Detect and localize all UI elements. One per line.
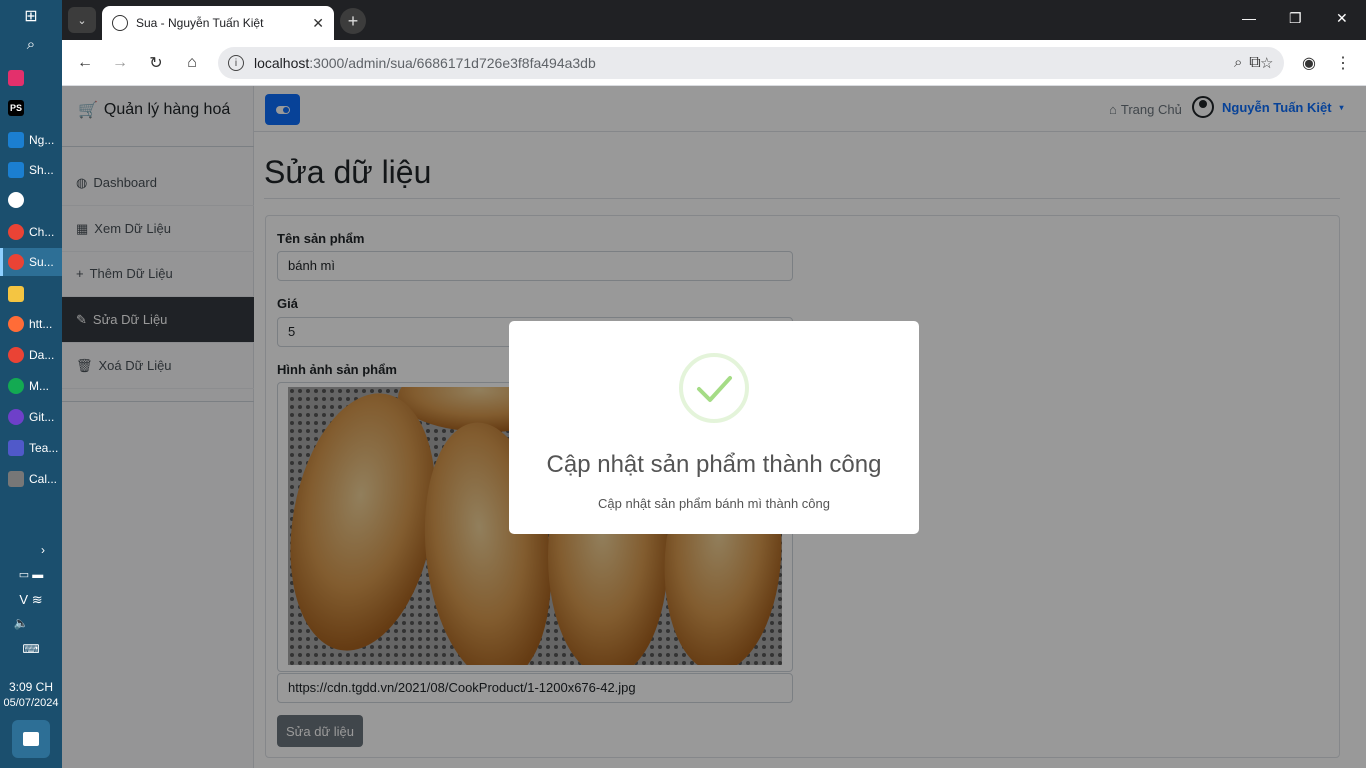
page-viewport: 🛒 Quản lý hàng hoá ◍ Dashboard ▦ Xem Dữ … bbox=[62, 86, 1366, 768]
taskbar-app-label: Git... bbox=[29, 410, 55, 424]
taskbar-app-1[interactable]: Sh... bbox=[0, 156, 62, 184]
extensions-icon[interactable]: ⧉ bbox=[1244, 52, 1266, 74]
taskbar-app-9[interactable]: Cal... bbox=[0, 465, 62, 493]
system-tray-icons[interactable]: ▭ ▬ bbox=[0, 568, 62, 581]
browser-titlebar: ⌄ Sua - Nguyễn Tuấn Kiệt ✕ + — ❐ ✕ bbox=[62, 0, 1366, 40]
tab-search-button[interactable]: ⌄ bbox=[68, 7, 96, 33]
browser-tab[interactable]: Sua - Nguyễn Tuấn Kiệt ✕ bbox=[102, 6, 334, 40]
taskbar-app-label: Tea... bbox=[29, 441, 59, 455]
close-tab-icon[interactable]: ✕ bbox=[312, 15, 324, 32]
window-close-icon[interactable]: ✕ bbox=[1336, 10, 1348, 27]
globe-icon bbox=[112, 15, 128, 31]
zalo-icon bbox=[8, 192, 24, 208]
taskbar-app-2[interactable]: Ch... bbox=[0, 218, 62, 246]
taskbar-app-phpstorm[interactable]: PS bbox=[0, 94, 62, 122]
taskbar-app-label: M... bbox=[29, 379, 49, 393]
restore-icon[interactable]: ❐ bbox=[1289, 10, 1302, 27]
taskbar-app-4[interactable]: htt... bbox=[0, 310, 62, 338]
menu-icon[interactable]: ⋮ bbox=[1332, 52, 1354, 74]
webstorm-icon bbox=[8, 132, 24, 148]
calculator-icon bbox=[8, 471, 24, 487]
taskbar-app-3[interactable]: Su... bbox=[0, 248, 62, 276]
taskbar-app-intellij[interactable] bbox=[0, 64, 62, 92]
search-icon[interactable]: ⌕ bbox=[0, 36, 62, 53]
mongodb-icon bbox=[8, 378, 24, 394]
windows-start-icon[interactable]: ⊞ bbox=[0, 6, 62, 26]
teams-icon bbox=[8, 440, 24, 456]
chrome-icon bbox=[8, 224, 24, 240]
new-tab-button[interactable]: + bbox=[340, 8, 366, 34]
taskbar-app-label: htt... bbox=[29, 317, 53, 331]
success-check-icon bbox=[679, 353, 749, 423]
success-modal: Cập nhật sản phẩm thành công Cập nhật sả… bbox=[509, 321, 919, 534]
url-host: localhost bbox=[254, 55, 310, 71]
webstorm-icon bbox=[8, 162, 24, 178]
taskbar-app-label: Da... bbox=[29, 348, 55, 362]
taskbar-app-label: Ng... bbox=[29, 133, 55, 147]
clock-time[interactable]: 3:09 CH bbox=[0, 680, 62, 694]
minimize-icon[interactable]: — bbox=[1242, 10, 1256, 26]
forward-icon[interactable]: → bbox=[109, 52, 131, 74]
url-path: :3000/admin/sua/6686171d726e3f8fa494a3db bbox=[309, 55, 596, 71]
browser-toolbar: ← → ↻ ⌂ i localhost:3000/admin/sua/66861… bbox=[62, 40, 1366, 86]
github-icon bbox=[8, 409, 24, 425]
taskbar-app-label: Su... bbox=[29, 255, 54, 269]
taskbar-app-0[interactable]: Ng... bbox=[0, 126, 62, 154]
keyboard-icon[interactable]: ⌨ bbox=[0, 642, 62, 656]
tab-title: Sua - Nguyễn Tuấn Kiệt bbox=[136, 16, 264, 30]
phpstorm-icon: PS bbox=[8, 100, 24, 116]
back-icon[interactable]: ← bbox=[74, 52, 96, 74]
reload-icon[interactable]: ↻ bbox=[145, 52, 167, 74]
profile-avatar[interactable]: ◉ bbox=[1298, 52, 1320, 74]
modal-text: Cập nhật sản phẩm bánh mì thành công bbox=[598, 496, 830, 511]
intellij-icon bbox=[8, 70, 24, 86]
chrome-icon bbox=[8, 347, 24, 363]
taskbar-app-6[interactable]: M... bbox=[0, 372, 62, 400]
clock-date[interactable]: 05/07/2024 bbox=[0, 697, 62, 709]
taskbar-app-label: Sh... bbox=[29, 163, 54, 177]
site-info-icon[interactable]: i bbox=[228, 55, 244, 71]
notification-center-icon[interactable] bbox=[12, 720, 50, 758]
taskbar-app-5[interactable]: Da... bbox=[0, 341, 62, 369]
network-icon[interactable]: V ≋ bbox=[0, 592, 62, 608]
taskbar-app-explorer[interactable] bbox=[0, 280, 62, 308]
taskbar-app-8[interactable]: Tea... bbox=[0, 434, 62, 462]
windows-taskbar: ⊞ ⌕ PS Ng... Sh... Ch... Su... htt... Da… bbox=[0, 0, 62, 768]
taskbar-app-label: Cal... bbox=[29, 472, 58, 486]
browser-window: ⌄ Sua - Nguyễn Tuấn Kiệt ✕ + — ❐ ✕ ← → ↻… bbox=[62, 0, 1366, 768]
zoom-icon[interactable]: ⌕ bbox=[1234, 54, 1242, 71]
modal-title: Cập nhật sản phẩm thành công bbox=[546, 451, 882, 478]
taskbar-app-7[interactable]: Git... bbox=[0, 403, 62, 431]
home-icon[interactable]: ⌂ bbox=[181, 52, 203, 74]
volume-icon[interactable]: 🔈 bbox=[0, 616, 52, 630]
chrome-icon bbox=[8, 254, 24, 270]
folder-icon bbox=[8, 286, 24, 302]
postman-icon bbox=[8, 316, 24, 332]
address-bar[interactable]: i localhost:3000/admin/sua/6686171d726e3… bbox=[218, 47, 1284, 79]
taskbar-app-zalo[interactable] bbox=[0, 186, 62, 214]
taskbar-app-label: Ch... bbox=[29, 225, 55, 239]
